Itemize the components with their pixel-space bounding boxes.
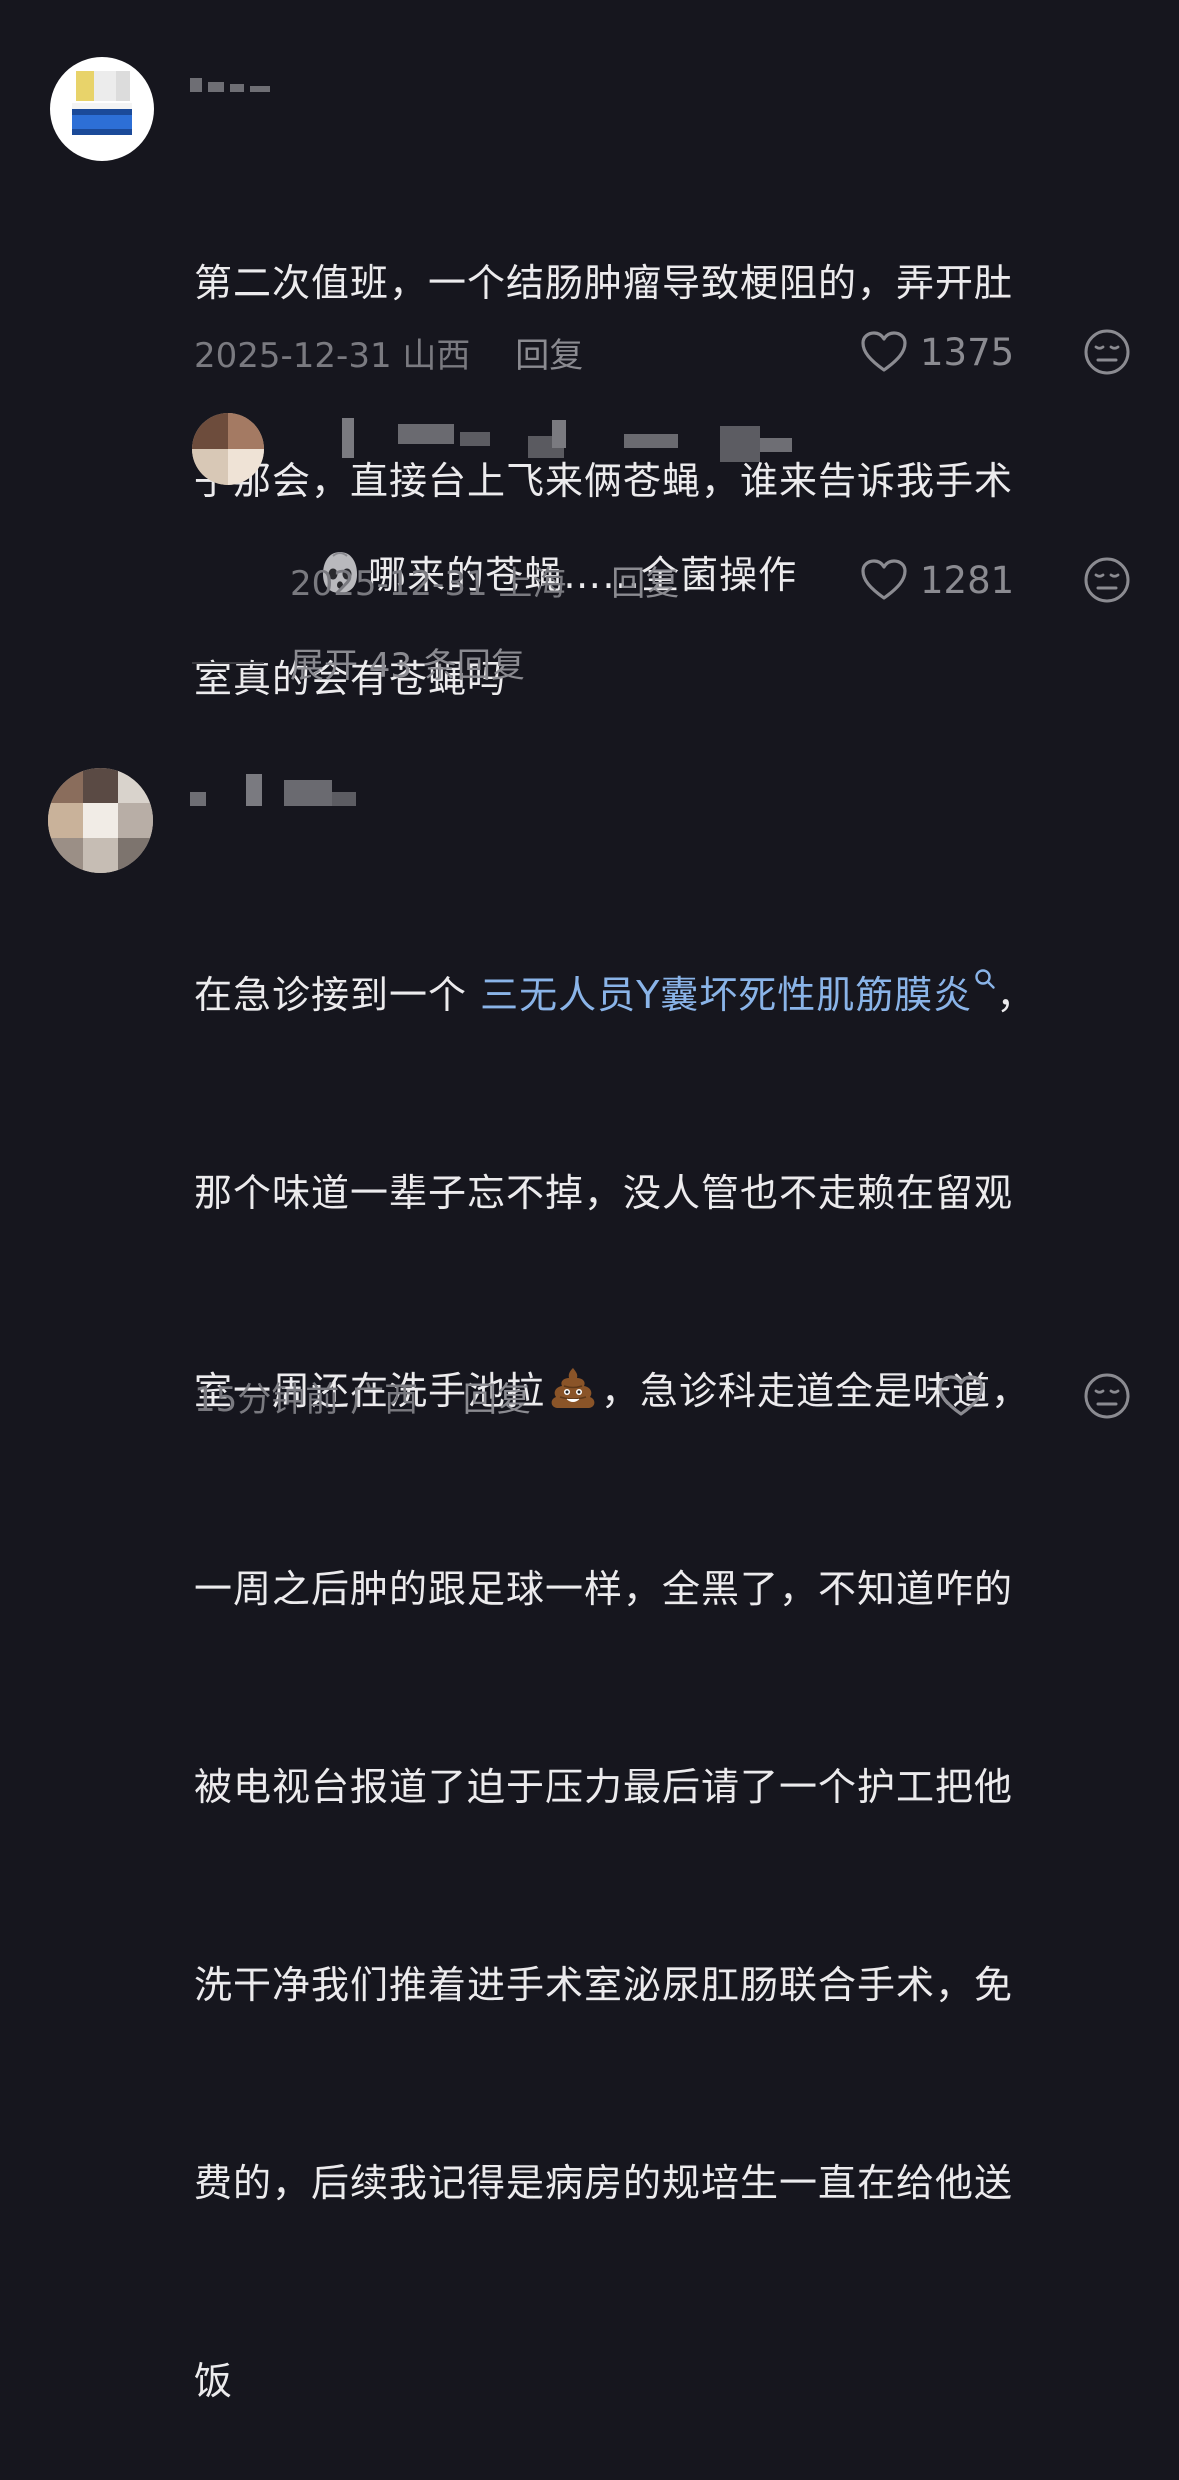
comment-meta: 15分钟前 广西 回复 [194,1372,531,1421]
like-count: 1375 [920,330,1015,374]
neutral-face-icon[interactable] [1083,328,1131,376]
like-count: 1281 [920,558,1015,602]
heart-outline-icon [861,331,907,372]
like-button[interactable]: 1281 [860,558,1014,602]
comment-text-punct: ， [996,973,1036,1017]
comment-line: 在急诊接到一个 三无人员Y囊坏死性肌筋膜炎 ， [194,962,1134,1028]
neutral-face-icon[interactable] [1083,556,1131,604]
comment-date: 2025-12-31 [290,564,488,604]
heart-outline-icon [938,1375,984,1416]
comment-location: 山西 [402,336,471,376]
heart-outline-icon [861,559,907,600]
reply-button[interactable]: 回复 [463,1380,531,1420]
comment-location: 广西 [350,1380,419,1420]
comment-line: 第二次值班，一个结肠肿瘤导致梗阻的，弄开肚 [194,261,1014,305]
like-button[interactable] [937,1374,997,1418]
username-blurred[interactable] [190,770,370,810]
neutral-face-icon[interactable] [1083,1372,1131,1420]
like-button[interactable]: 1375 [860,330,1014,374]
username-blurred[interactable] [290,418,800,466]
avatar[interactable] [192,413,264,485]
search-link[interactable]: 三无人员Y囊坏死性肌筋膜炎 [480,973,972,1017]
comment-meta: 2025-12-31 山西 回复 [194,328,583,377]
comment-line: 费的，后续我记得是病房的规培生一直在给他送 [194,2161,1014,2205]
comment-line: 洗干净我们推着进手术室泌尿肛肠联合手术，免 [194,1963,1014,2007]
comment-text: 在急诊接到一个 三无人员Y囊坏死性肌筋膜炎 ， 那个味道一辈子忘不掉，没人管也不走… [194,830,1134,2480]
reply-button[interactable]: 回复 [611,564,679,604]
reply-button[interactable]: 回复 [515,336,583,376]
comment-line: 一周之后肿的跟足球一样，全黑了，不知道咋的 [194,1567,1014,1611]
search-icon[interactable] [974,968,996,990]
avatar[interactable] [50,57,154,161]
avatar[interactable] [48,768,153,873]
divider [192,661,264,664]
comment-date: 15分钟前 [194,1380,340,1420]
comment-text-prefix: 在急诊接到一个 [194,973,481,1017]
comment-date: 2025-12-31 [194,336,392,376]
pile-of-poo-emoji [551,1368,595,1408]
expand-replies-button[interactable]: 展开 43 条回复 [192,638,525,687]
comment-location: 上海 [498,564,567,604]
reply-meta: 2025-12-31 上海 回复 [290,556,679,605]
comment-line: 饭 [194,2359,234,2403]
expand-replies-label: 展开 43 条回复 [290,646,525,686]
username-blurred[interactable] [190,78,280,92]
comment-line: 被电视台报道了迫于压力最后请了一个护工把他 [194,1765,1014,1809]
comment-line: 那个味道一辈子忘不掉，没人管也不走赖在留观 [194,1171,1014,1215]
